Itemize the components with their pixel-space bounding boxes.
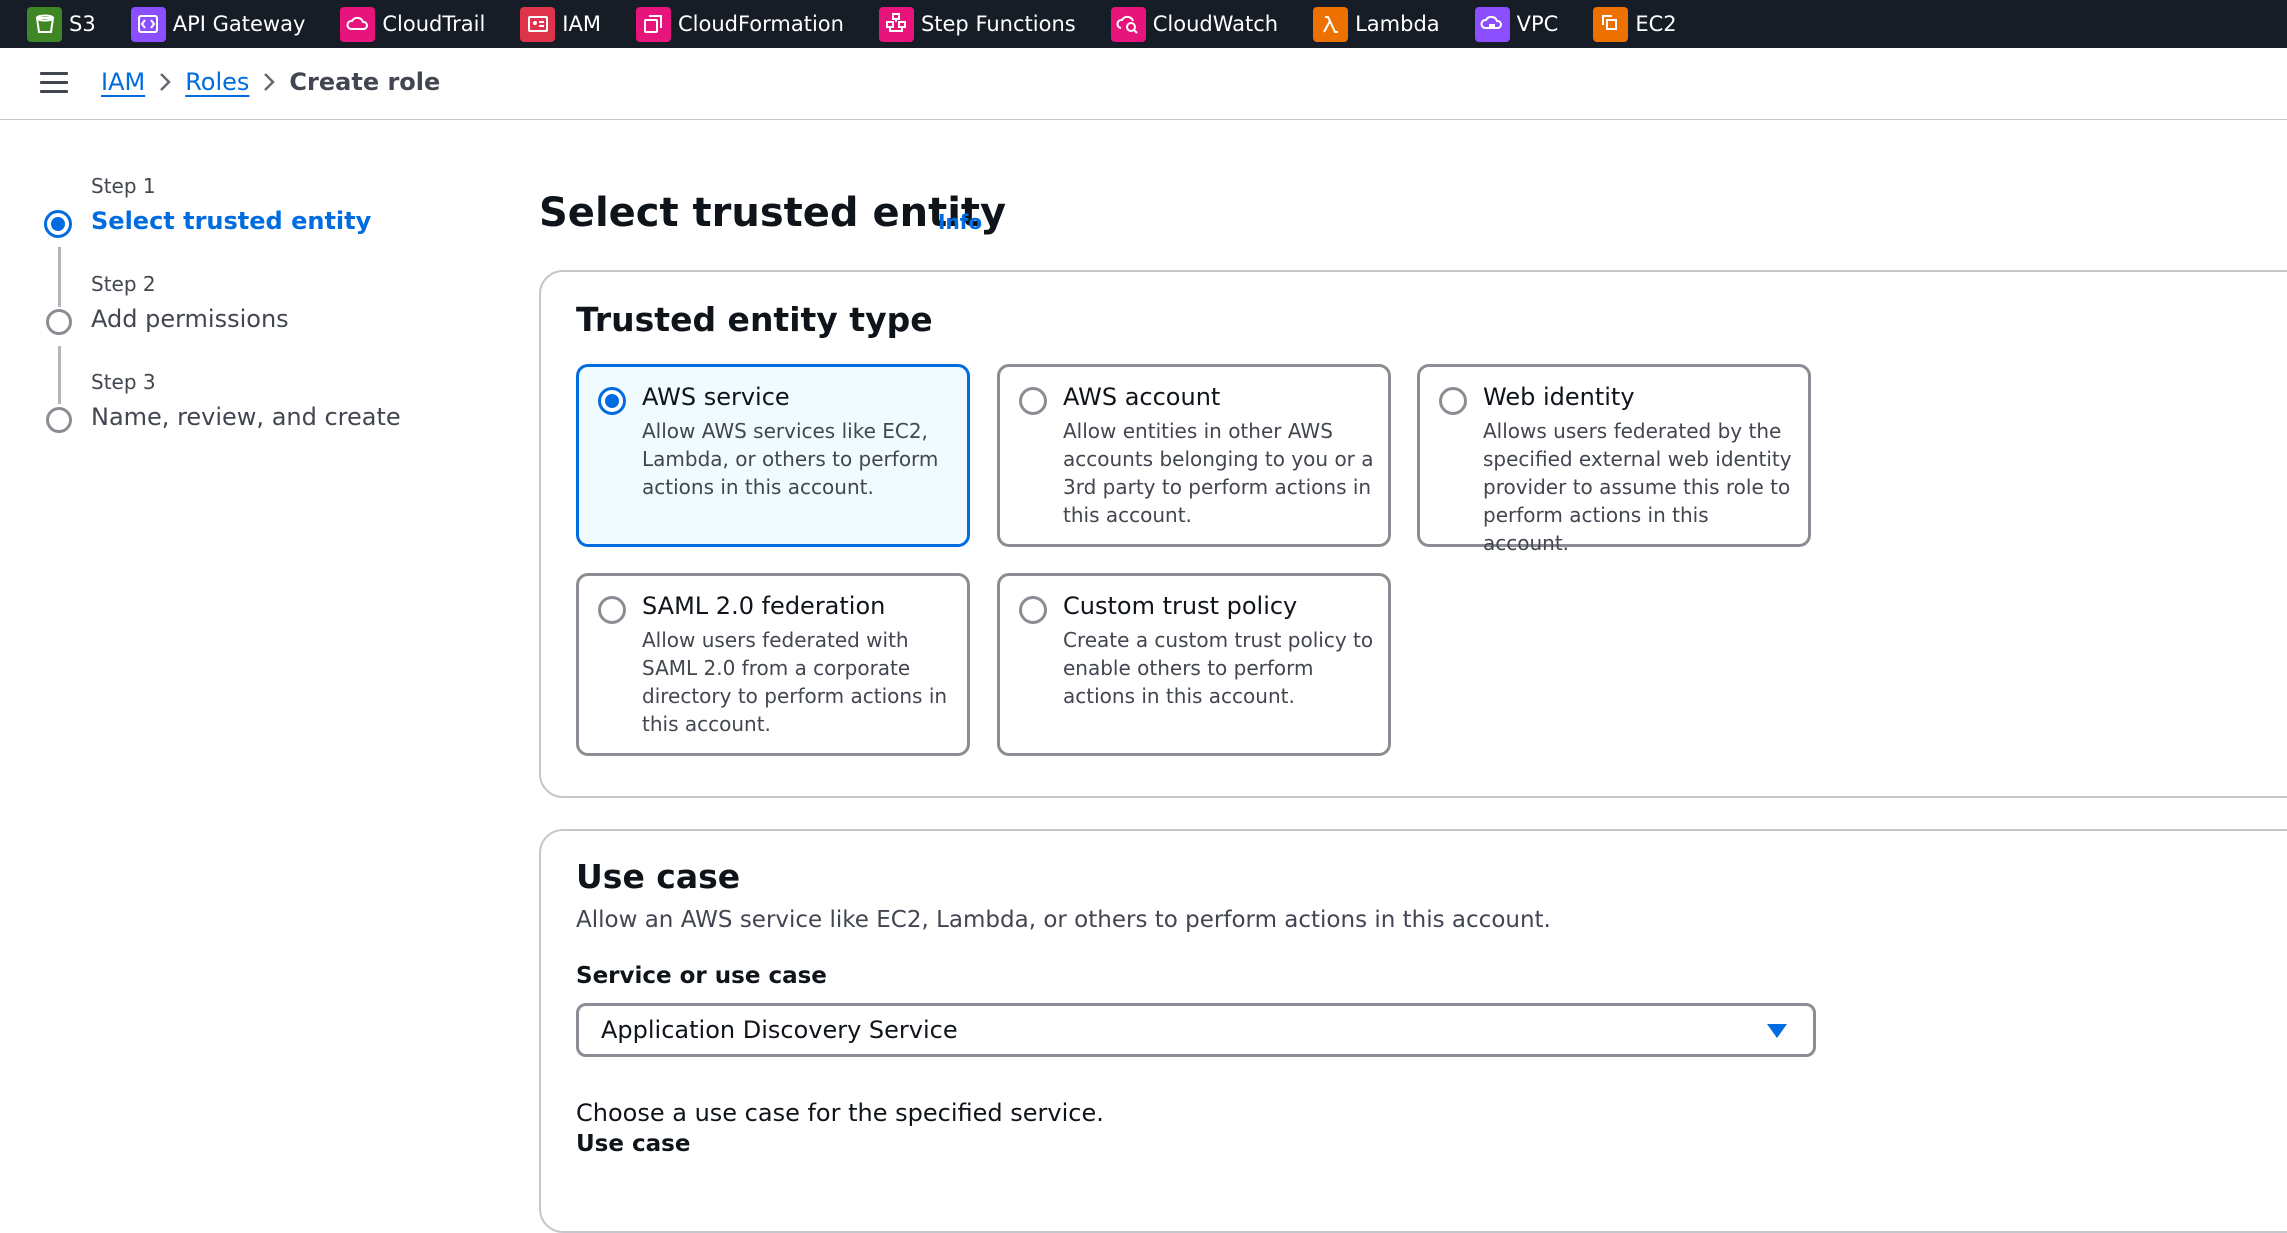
option-title: AWS service bbox=[642, 383, 790, 411]
step-name: Select trusted entity bbox=[91, 207, 372, 235]
caret-down-icon bbox=[1767, 1024, 1787, 1038]
service-shortcut-cloudtrail[interactable]: CloudTrail bbox=[313, 0, 485, 48]
step-name: Name, review, and create bbox=[91, 403, 401, 431]
trusted-entity-panel: Trusted entity type AWS service Allow AW… bbox=[539, 270, 2287, 798]
chevron-right-icon bbox=[145, 72, 185, 92]
option-aws-service[interactable]: AWS service Allow AWS services like EC2,… bbox=[576, 364, 970, 547]
step-number: Step 2 bbox=[91, 272, 156, 296]
option-description: Allow AWS services like EC2, Lambda, or … bbox=[642, 419, 939, 499]
breadcrumb: IAM Roles Create role bbox=[101, 68, 440, 96]
service-shortcut-api-gateway[interactable]: API Gateway bbox=[104, 0, 306, 48]
service-shortcut-s3[interactable]: S3 bbox=[0, 0, 96, 48]
radio-button[interactable] bbox=[1019, 387, 1047, 415]
step-connector bbox=[58, 247, 61, 307]
breadcrumb-link-roles[interactable]: Roles bbox=[185, 68, 249, 96]
hamburger-menu-icon[interactable] bbox=[40, 72, 68, 96]
step-functions-icon bbox=[878, 6, 914, 42]
step-indicator bbox=[46, 309, 72, 335]
service-field-label: Service or use case bbox=[576, 963, 827, 989]
cloudwatch-icon bbox=[1110, 6, 1146, 42]
service-shortcut-iam[interactable]: IAM bbox=[493, 0, 601, 48]
option-title: SAML 2.0 federation bbox=[642, 592, 886, 620]
option-description: Create a custom trust policy to enable o… bbox=[1063, 628, 1374, 708]
use-case-label: Use case bbox=[576, 1131, 691, 1157]
use-case-panel: Use case Allow an AWS service like EC2, … bbox=[539, 829, 2287, 1233]
service-label: CloudFormation bbox=[677, 12, 844, 36]
radio-button[interactable] bbox=[598, 387, 626, 415]
cloudtrail-icon bbox=[340, 6, 376, 42]
service-shortcut-lambda[interactable]: Lambda bbox=[1286, 0, 1440, 48]
info-link[interactable]: Info bbox=[938, 210, 982, 234]
service-label: S3 bbox=[69, 12, 96, 36]
section-description: Allow an AWS service like EC2, Lambda, o… bbox=[576, 907, 1551, 933]
section-heading: Use case bbox=[576, 857, 741, 896]
option-title: AWS account bbox=[1063, 383, 1221, 411]
service-label: VPC bbox=[1516, 12, 1559, 36]
use-case-hint: Choose a use case for the specified serv… bbox=[576, 1099, 1104, 1127]
step-number: Step 3 bbox=[91, 370, 156, 394]
cloudformation-icon bbox=[635, 6, 671, 42]
step-name: Add permissions bbox=[91, 305, 289, 333]
radio-button[interactable] bbox=[1019, 596, 1047, 624]
service-label: IAM bbox=[562, 12, 601, 36]
service-label: Step Functions bbox=[920, 12, 1076, 36]
api-gateway-icon bbox=[130, 6, 166, 42]
option-description: Allow entities in other AWS accounts bel… bbox=[1063, 419, 1374, 527]
option-title: Custom trust policy bbox=[1063, 592, 1298, 620]
service-shortcut-step-functions[interactable]: Step Functions bbox=[852, 0, 1076, 48]
service-select-value: Application Discovery Service bbox=[601, 1016, 958, 1044]
service-shortcut-cloudformation[interactable]: CloudFormation bbox=[609, 0, 844, 48]
lambda-icon bbox=[1313, 6, 1349, 42]
service-label: Lambda bbox=[1355, 12, 1440, 36]
option-aws-account[interactable]: AWS account Allow entities in other AWS … bbox=[997, 364, 1391, 547]
service-label: CloudWatch bbox=[1152, 12, 1279, 36]
radio-button[interactable] bbox=[598, 596, 626, 624]
service-shortcut-ec2[interactable]: EC2 bbox=[1566, 0, 1677, 48]
ec2-icon bbox=[1593, 6, 1629, 42]
option-description: Allows users federated by the specified … bbox=[1483, 419, 1792, 555]
page-title: Select trusted entity bbox=[539, 190, 1007, 236]
option-web-identity[interactable]: Web identity Allows users federated by t… bbox=[1417, 364, 1811, 555]
service-label: EC2 bbox=[1635, 12, 1677, 36]
section-heading: Trusted entity type bbox=[576, 300, 933, 339]
breadcrumb-link-iam[interactable]: IAM bbox=[101, 68, 145, 96]
option-custom-trust-policy[interactable]: Custom trust policy Create a custom trus… bbox=[997, 573, 1391, 756]
option-title: Web identity bbox=[1483, 383, 1635, 411]
iam-icon bbox=[520, 6, 556, 42]
services-bar: S3 API Gateway CloudTrail IAM CloudForma… bbox=[0, 0, 2287, 48]
breadcrumb-bar: IAM Roles Create role bbox=[0, 48, 2287, 120]
chevron-right-icon bbox=[249, 72, 289, 92]
service-label: API Gateway bbox=[172, 12, 306, 36]
breadcrumb-current: Create role bbox=[289, 68, 441, 96]
service-select[interactable]: Application Discovery Service bbox=[576, 1003, 1816, 1057]
step-number: Step 1 bbox=[91, 174, 156, 198]
step-indicator bbox=[44, 210, 72, 238]
service-shortcut-cloudwatch[interactable]: CloudWatch bbox=[1084, 0, 1278, 48]
vpc-icon bbox=[1474, 6, 1510, 42]
step-connector bbox=[58, 346, 61, 404]
option-saml-federation[interactable]: SAML 2.0 federation Allow users federate… bbox=[576, 573, 970, 756]
service-label: CloudTrail bbox=[382, 12, 486, 36]
radio-button[interactable] bbox=[1439, 387, 1467, 415]
s3-bucket-icon bbox=[27, 6, 62, 42]
option-description: Allow users federated with SAML 2.0 from… bbox=[642, 628, 948, 736]
step-indicator bbox=[46, 407, 72, 433]
service-shortcut-vpc[interactable]: VPC bbox=[1448, 0, 1559, 48]
